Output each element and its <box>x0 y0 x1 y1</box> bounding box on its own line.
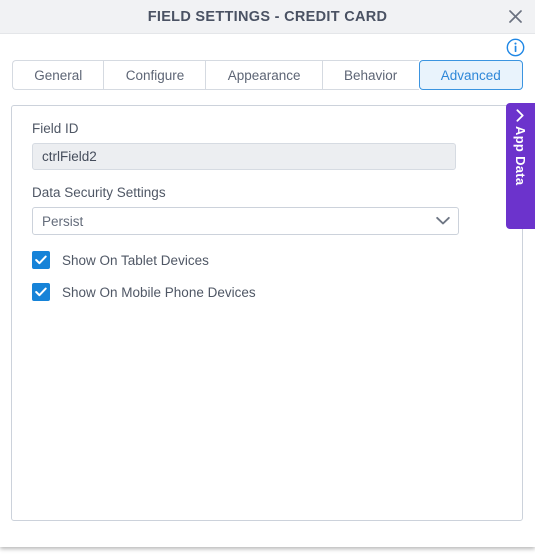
field-settings-dialog: FIELD SETTINGS - CREDIT CARD General Con… <box>0 0 535 547</box>
tab-behavior[interactable]: Behavior <box>321 60 419 90</box>
field-id-input[interactable] <box>32 143 456 170</box>
data-security-select[interactable]: Persist <box>32 207 459 235</box>
dialog-title: FIELD SETTINGS - CREDIT CARD <box>147 8 388 25</box>
checkbox-tablet-label: Show On Tablet Devices <box>62 252 209 268</box>
data-security-label: Data Security Settings <box>32 185 166 200</box>
dialog-titlebar: FIELD SETTINGS - CREDIT CARD <box>0 0 535 34</box>
info-row <box>0 34 535 60</box>
tab-general-label: General <box>34 67 83 83</box>
close-icon[interactable] <box>503 5 527 29</box>
tab-advanced[interactable]: Advanced <box>418 60 523 90</box>
checkbox-tablet[interactable] <box>32 251 50 269</box>
tab-configure[interactable]: Configure <box>103 60 206 90</box>
data-security-value: Persist <box>42 213 84 229</box>
tab-advanced-label: Advanced <box>440 67 501 83</box>
chevron-left-icon <box>516 109 525 122</box>
tab-appearance[interactable]: Appearance <box>205 60 322 90</box>
checkbox-mobile-label: Show On Mobile Phone Devices <box>62 284 256 300</box>
info-icon[interactable] <box>506 38 525 57</box>
advanced-settings-panel: Field ID Data Security Settings Persist … <box>11 105 523 521</box>
field-id-label: Field ID <box>32 121 79 136</box>
app-data-panel-toggle[interactable]: App Data <box>506 103 535 229</box>
tab-behavior-label: Behavior <box>343 67 398 83</box>
data-security-select-wrap: Persist <box>32 207 459 235</box>
settings-tabbar: General Configure Appearance Behavior Ad… <box>12 60 523 90</box>
tab-configure-label: Configure <box>125 67 185 83</box>
checkbox-row-mobile[interactable]: Show On Mobile Phone Devices <box>32 283 502 301</box>
tab-appearance-label: Appearance <box>227 67 301 83</box>
app-data-label: App Data <box>513 126 528 186</box>
checkbox-row-tablet[interactable]: Show On Tablet Devices <box>32 251 502 269</box>
tab-general[interactable]: General <box>12 60 104 90</box>
checkbox-mobile[interactable] <box>32 283 50 301</box>
